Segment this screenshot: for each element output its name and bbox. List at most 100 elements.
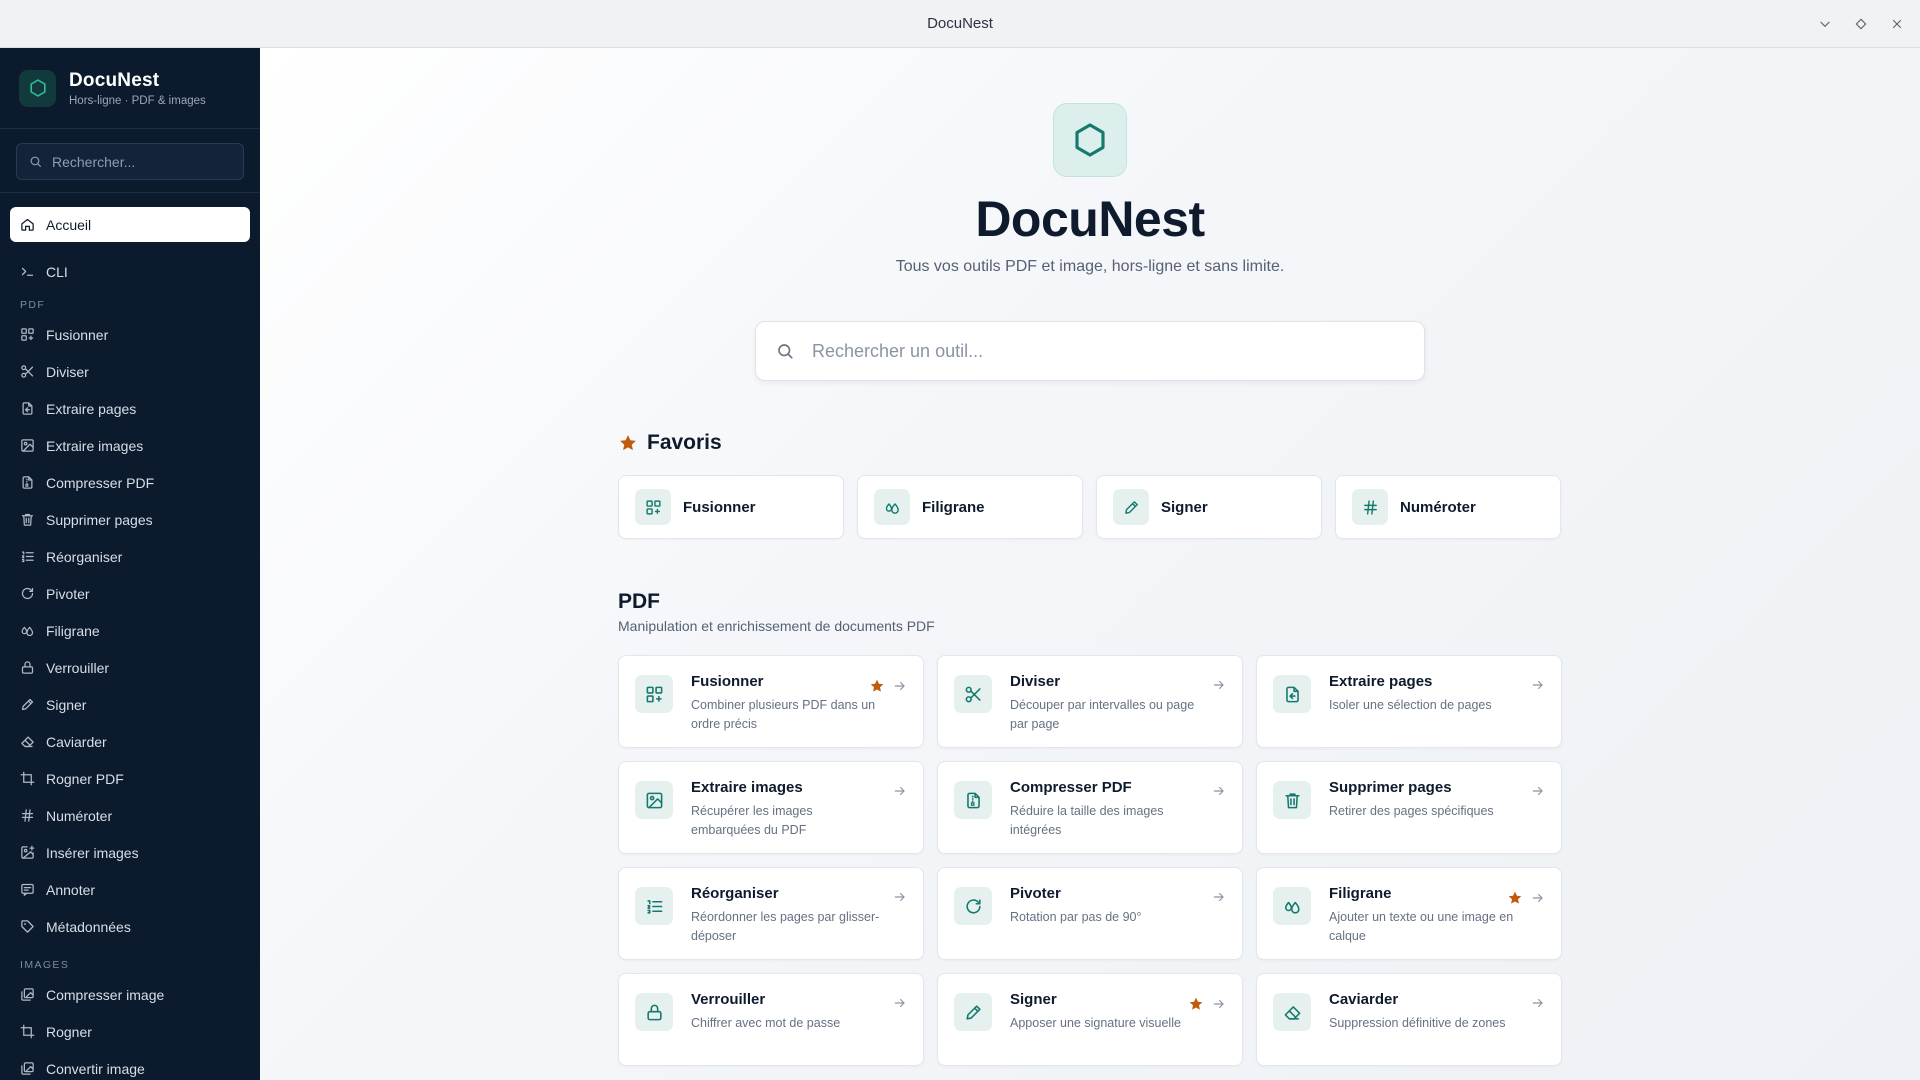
lock-icon (20, 660, 35, 675)
favorite-filigrane[interactable]: Filigrane (857, 475, 1083, 539)
sidebar-item-accueil[interactable]: Accueil (10, 207, 250, 242)
brand-logo (19, 69, 56, 107)
image-icon (20, 438, 35, 453)
tile-icon (635, 993, 673, 1031)
sidebar-item-inserer-images[interactable]: Insérer images (10, 834, 250, 871)
tile-icon (1352, 489, 1388, 525)
arrow-right-icon (1212, 890, 1226, 904)
tool-name: Diviser (1010, 673, 1061, 690)
sidebar-item-label: Réorganiser (46, 548, 123, 565)
sidebar-item-label: Convertir image (46, 1060, 145, 1077)
sidebar: DocuNest Hors-ligne · PDF & images Accue… (0, 48, 260, 1080)
sidebar-item-extraire-images[interactable]: Extraire images (10, 427, 250, 464)
favorite-star-icon[interactable] (869, 678, 885, 694)
tool-card-supprimer-pages[interactable]: Supprimer pages Retirer des pages spécifi… (1256, 761, 1562, 854)
sidebar-item-rogner[interactable]: Rogner (10, 1013, 250, 1050)
images-icon (20, 1061, 35, 1076)
sidebar-item-caviarder[interactable]: Caviarder (10, 723, 250, 760)
sidebar-item-annoter[interactable]: Annoter (10, 871, 250, 908)
tool-description: Apposer une signature visuelle (1010, 1016, 1181, 1030)
tool-card-pivoter[interactable]: Pivoter Rotation par pas de 90° (937, 867, 1243, 960)
minimize-button[interactable] (1812, 11, 1838, 37)
tool-card-signer[interactable]: Signer Apposer une signature visuelle (937, 973, 1243, 1066)
tile-icon (954, 887, 992, 925)
sidebar-item-label: Verrouiller (46, 659, 110, 676)
tool-card-reorganiser[interactable]: Réorganiser Réordonner les pages par glis… (618, 867, 924, 960)
favorite-fusionner[interactable]: Fusionner (618, 475, 844, 539)
trash-icon (20, 512, 35, 527)
sidebar-item-extraire-pages[interactable]: Extraire pages (10, 390, 250, 427)
tool-card-compresser-pdf[interactable]: Compresser PDF Réduire la taille des imag… (937, 761, 1243, 854)
sidebar-search-input[interactable] (52, 153, 222, 170)
favorite-numeroter[interactable]: Numéroter (1335, 475, 1561, 539)
file-export-icon (1283, 685, 1302, 704)
sidebar-item-pivoter[interactable]: Pivoter (10, 575, 250, 612)
sidebar-section-images: IMAGES (20, 959, 70, 971)
rotate-icon (964, 897, 983, 916)
sidebar-item-filigrane[interactable]: Filigrane (10, 612, 250, 649)
tool-description: Combiner plusieurs PDF dans un ordre pré… (691, 698, 876, 731)
star-icon (618, 433, 638, 453)
tool-search[interactable] (755, 321, 1425, 381)
favorites-title: Favoris (647, 431, 722, 454)
sidebar-item-signer[interactable]: Signer (10, 686, 250, 723)
rotate-icon (20, 586, 35, 601)
tool-search-input[interactable] (812, 340, 1392, 362)
sidebar-item-numeroter[interactable]: Numéroter (10, 797, 250, 834)
main-content: DocuNest Tous vos outils PDF et image, h… (260, 48, 1920, 1080)
sidebar-item-compresser-image[interactable]: Compresser image (10, 976, 250, 1013)
tool-description: Suppression définitive de zones (1329, 1016, 1506, 1030)
tool-card-caviarder[interactable]: Caviarder Suppression définitive de zones (1256, 973, 1562, 1066)
sidebar-item-label: CLI (46, 263, 68, 280)
lock-icon (645, 1003, 664, 1022)
tool-card-filigrane[interactable]: Filigrane Ajouter un texte ou une image e… (1256, 867, 1562, 960)
sidebar-item-rogner-pdf[interactable]: Rogner PDF (10, 760, 250, 797)
sidebar-item-reorganiser[interactable]: Réorganiser (10, 538, 250, 575)
tool-card-extraire-images[interactable]: Extraire images Récupérer les images emba… (618, 761, 924, 854)
sidebar-item-metadonnees[interactable]: Métadonnées (10, 908, 250, 945)
droplets-icon (1283, 897, 1302, 916)
tile-icon (635, 489, 671, 525)
sidebar-item-supprimer-pages[interactable]: Supprimer pages (10, 501, 250, 538)
sidebar-item-label: Accueil (46, 216, 92, 233)
sidebar-item-diviser[interactable]: Diviser (10, 353, 250, 390)
favorite-star-icon[interactable] (1507, 890, 1523, 906)
brand-subtitle: Hors-ligne · PDF & images (69, 94, 206, 107)
sidebar-item-compresser-pdf[interactable]: Compresser PDF (10, 464, 250, 501)
sidebar-item-convertir-image[interactable]: Convertir image (10, 1050, 250, 1080)
tool-card-verrouiller[interactable]: Verrouiller Chiffrer avec mot de passe (618, 973, 924, 1066)
home-icon (20, 217, 35, 232)
image-icon (645, 791, 664, 810)
maximize-button[interactable] (1848, 11, 1874, 37)
file-export-icon (20, 401, 35, 416)
sidebar-item-fusionner[interactable]: Fusionner (10, 316, 250, 353)
tile-icon (635, 675, 673, 713)
close-button[interactable] (1884, 11, 1910, 37)
tool-card-fusionner[interactable]: Fusionner Combiner plusieurs PDF dans un … (618, 655, 924, 748)
hero-logo (1053, 103, 1127, 177)
sidebar-item-label: Extraire images (46, 437, 144, 454)
section-subtitle-pdf: Manipulation et enrichissement de docume… (618, 618, 935, 634)
tile-icon (635, 887, 673, 925)
sidebar-item-cli[interactable]: CLI (10, 254, 250, 289)
hexagon-icon (1071, 121, 1109, 159)
sidebar-item-label: Insérer images (46, 844, 139, 861)
favorite-label: Filigrane (922, 498, 985, 516)
brand-name: DocuNest (69, 69, 160, 91)
sidebar-item-verrouiller[interactable]: Verrouiller (10, 649, 250, 686)
sidebar-item-label: Pivoter (46, 585, 90, 602)
tile-icon (954, 781, 992, 819)
favorite-star-icon[interactable] (1188, 996, 1204, 1012)
window-controls (1812, 0, 1910, 48)
sidebar-search[interactable] (16, 143, 244, 180)
sidebar-item-label: Diviser (46, 363, 89, 380)
list-ordered-icon (20, 549, 35, 564)
tile-icon (1273, 993, 1311, 1031)
chevron-down-icon (1820, 21, 1830, 28)
terminal-icon (20, 264, 35, 279)
tool-card-diviser[interactable]: Diviser Découper par intervalles ou page … (937, 655, 1243, 748)
arrow-right-icon (893, 996, 907, 1010)
tool-card-extraire-pages[interactable]: Extraire pages Isoler une sélection de pa… (1256, 655, 1562, 748)
hash-icon (20, 808, 35, 823)
favorite-signer[interactable]: Signer (1096, 475, 1322, 539)
